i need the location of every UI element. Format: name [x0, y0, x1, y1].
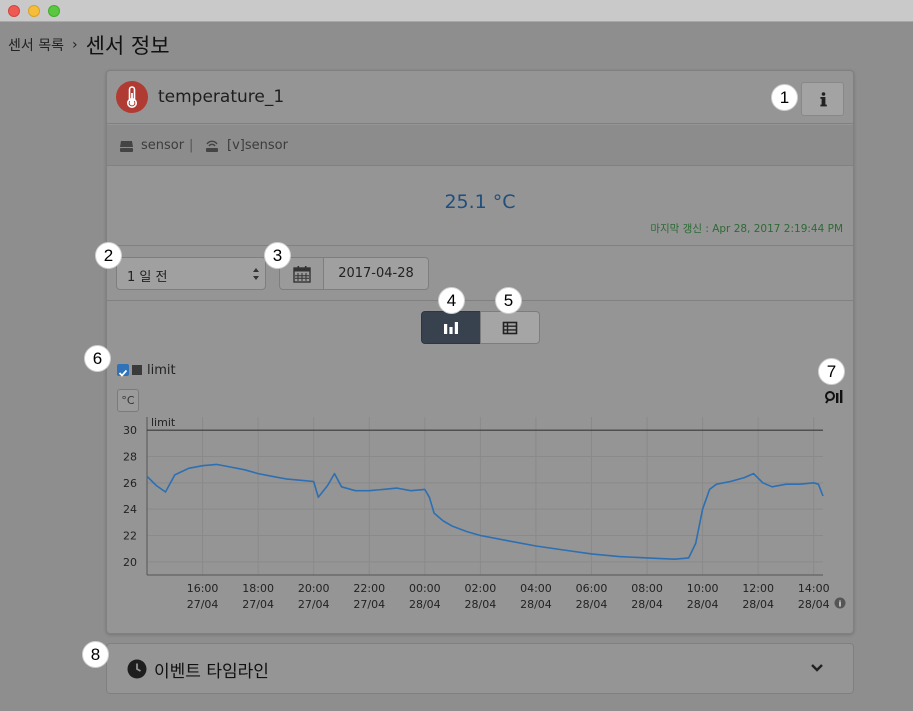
annotation-1: 1: [771, 84, 798, 111]
signal-icon: [206, 140, 218, 152]
y-tick-label: 22: [123, 530, 137, 543]
clock-icon: [127, 659, 147, 679]
chart-info-icon: i: [834, 597, 846, 609]
x-tick-label: 00:00: [409, 582, 441, 595]
zoom-window-button[interactable]: [48, 5, 60, 17]
y-tick-label: 28: [123, 451, 137, 464]
x-tick-label: 18:00: [242, 582, 274, 595]
page-title: 센서 정보: [85, 34, 170, 58]
zoom-icon[interactable]: [824, 389, 844, 405]
x-tick-date-label: 27/04: [353, 598, 385, 611]
window-titlebar: [0, 0, 913, 22]
thermometer-icon: [116, 81, 148, 113]
last-update-text: 마지막 갱신 : Apr 28, 2017 2:19:44 PM: [650, 223, 843, 235]
x-tick-date-label: 27/04: [187, 598, 219, 611]
y-tick-label: 24: [123, 503, 137, 516]
annotation-4: 4: [438, 287, 465, 314]
x-tick-date-label: 28/04: [631, 598, 663, 611]
annotation-7: 7: [818, 358, 845, 385]
info-button[interactable]: [801, 82, 844, 116]
y-tick-label: 20: [123, 556, 137, 569]
event-timeline[interactable]: 이벤트 타임라인: [106, 643, 854, 694]
x-tick-date-label: 27/04: [242, 598, 274, 611]
x-tick-date-label: 27/04: [298, 598, 330, 611]
info-icon: [820, 92, 827, 107]
breadcrumb: 센서 목록 › 센서 정보: [8, 30, 170, 60]
date-input[interactable]: 2017-04-28: [323, 257, 429, 290]
period-select[interactable]: 1 일 전: [116, 257, 266, 290]
x-tick-label: 12:00: [742, 582, 774, 595]
device-link[interactable]: sensor: [141, 138, 184, 153]
x-tick-label: 10:00: [687, 582, 719, 595]
breadcrumb-separator: ›: [71, 37, 78, 53]
date-input-value: 2017-04-28: [338, 266, 414, 281]
x-tick-label: 02:00: [465, 582, 497, 595]
x-tick-date-label: 28/04: [409, 598, 441, 611]
chart-info-icon-glyph: i: [839, 600, 842, 609]
x-tick-date-label: 28/04: [465, 598, 497, 611]
y-tick-label: 26: [123, 477, 137, 490]
period-select-value: 1 일 전: [127, 270, 168, 285]
x-tick-date-label: 28/04: [576, 598, 608, 611]
temperature-series-line: [146, 463, 824, 560]
unit-text: °C: [121, 394, 135, 407]
current-value: 25.1 °C: [444, 191, 516, 213]
table-view-button[interactable]: [480, 311, 540, 344]
current-reading: 25.1 °C 마지막 갱신 : Apr 28, 2017 2:19:44 PM: [107, 167, 853, 246]
x-tick-label: 20:00: [298, 582, 330, 595]
limit-line-label: limit: [151, 416, 176, 429]
chevron-down-icon[interactable]: [810, 663, 824, 673]
x-tick-label: 04:00: [520, 582, 552, 595]
x-tick-date-label: 28/04: [520, 598, 552, 611]
sensor-meta: sensor | [v]sensor: [107, 125, 853, 166]
x-tick-date-label: 28/04: [742, 598, 774, 611]
x-tick-date-label: 28/04: [798, 598, 830, 611]
annotation-3: 3: [264, 242, 291, 269]
view-toggle: [421, 311, 540, 344]
meta-divider: |: [189, 138, 194, 153]
bar-chart-icon: [444, 321, 458, 334]
table-icon: [502, 321, 518, 334]
check-icon: [118, 369, 128, 377]
legend-label: limit: [147, 362, 176, 378]
annotation-6: 6: [84, 345, 111, 372]
period-controls: 1 일 전 2017-04-28: [107, 247, 853, 301]
legend-swatch: [132, 365, 142, 375]
calendar-icon: [293, 266, 311, 283]
x-tick-date-label: 28/04: [687, 598, 719, 611]
sensor-card: temperature_1 sensor | [v]sensor 25.1 °C…: [106, 70, 854, 634]
annotation-2: 2: [95, 242, 122, 269]
temperature-chart: 20 22 24 26 28 30 16:00 27/04 18:00 27/04 20:00 27/…: [123, 416, 846, 611]
annotation-8: 8: [82, 641, 109, 668]
annotation-5: 5: [495, 287, 522, 314]
sensor-name: temperature_1: [158, 87, 285, 107]
minimize-window-button[interactable]: [28, 5, 40, 17]
x-tick-label: 22:00: [353, 582, 385, 595]
device-icon: [120, 141, 133, 152]
legend-checkbox[interactable]: [117, 364, 129, 377]
unit-label: °C: [117, 389, 139, 412]
chart-legend: limit: [117, 362, 176, 378]
close-window-button[interactable]: [8, 5, 20, 17]
virtual-sensor-link[interactable]: [v]sensor: [227, 138, 288, 153]
x-tick-label: 08:00: [631, 582, 663, 595]
sensor-header: temperature_1: [107, 71, 853, 124]
x-tick-label: 14:00: [798, 582, 830, 595]
select-caret-icon: [253, 268, 259, 280]
chart-view-button[interactable]: [421, 311, 481, 344]
y-tick-label: 30: [123, 424, 137, 437]
breadcrumb-sensor-list-link[interactable]: 센서 목록: [8, 35, 64, 55]
timeline-label: 이벤트 타임라인: [154, 662, 269, 682]
x-tick-label: 16:00: [187, 582, 219, 595]
x-tick-label: 06:00: [576, 582, 608, 595]
